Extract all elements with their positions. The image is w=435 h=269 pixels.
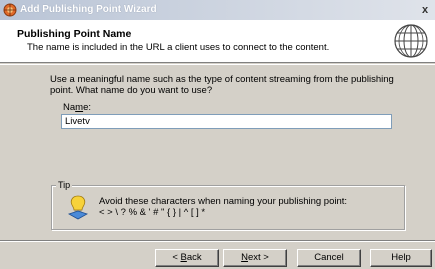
next-label-accelerator: N [241, 252, 248, 263]
cancel-button[interactable]: Cancel [297, 249, 361, 267]
name-label-prefix: Na [63, 102, 76, 113]
back-label-suffix: ack [186, 252, 202, 263]
tip-text: Avoid these characters when naming your … [99, 196, 347, 218]
publishing-point-name-input[interactable] [61, 114, 392, 129]
tip-legend: Tip [56, 180, 73, 190]
back-button[interactable]: < Back [155, 249, 219, 267]
tip-line-1: Avoid these characters when naming your … [99, 196, 348, 207]
lightbulb-tip-icon [68, 195, 88, 220]
page-subtitle: The name is included in the URL a client… [27, 42, 330, 53]
name-label-suffix: e: [83, 102, 92, 113]
header-divider [0, 64, 435, 65]
next-button[interactable]: Next > [223, 249, 287, 267]
close-button[interactable]: x [417, 3, 433, 17]
page-title: Publishing Point Name [17, 28, 132, 40]
tip-line-2: < > \ ? % & ' # " { } | ^ [ ] * [99, 207, 206, 218]
wizard-header: Publishing Point Name The name is includ… [0, 20, 435, 63]
title-bar[interactable]: Add Publishing Point Wizard x [0, 0, 435, 20]
help-button[interactable]: Help [370, 249, 432, 267]
wizard-window: Add Publishing Point Wizard x Publishing… [0, 0, 435, 269]
next-label-suffix: ext > [248, 252, 269, 263]
name-field-label: Name: [63, 102, 91, 113]
globe-icon [394, 24, 428, 58]
footer-divider-highlight [0, 241, 435, 242]
instruction-text: Use a meaningful name such as the type o… [50, 74, 394, 96]
back-label-prefix: < [172, 252, 181, 263]
name-label-accelerator: m [75, 102, 84, 113]
tip-groupbox: Tip Avoid these characters when naming y… [51, 180, 405, 230]
window-title: Add Publishing Point Wizard [20, 4, 157, 15]
wizard-app-icon [3, 3, 17, 17]
